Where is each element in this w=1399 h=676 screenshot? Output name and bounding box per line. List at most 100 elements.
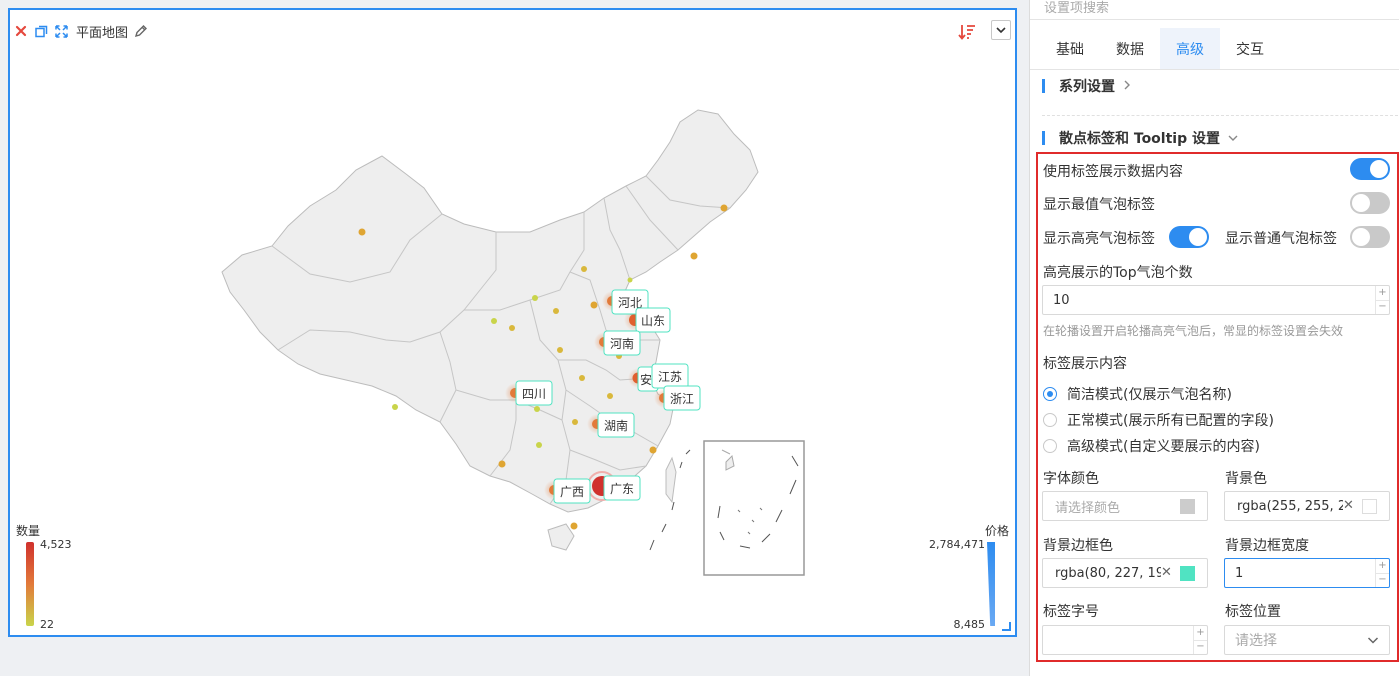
increment-icon[interactable]: +	[1376, 559, 1389, 574]
border-width-stepper[interactable]: + −	[1375, 559, 1389, 587]
resize-handle[interactable]	[1002, 622, 1011, 631]
svg-text:安: 安	[640, 372, 652, 387]
border-width-value: 1	[1235, 565, 1244, 581]
hainan-island	[547, 523, 575, 551]
chevron-down-icon	[1228, 131, 1238, 145]
font-color-picker[interactable]: 请选择颜色	[1042, 491, 1208, 521]
border-color-label: 背景边框色	[1043, 538, 1113, 554]
carousel-hint: 在轮播设置开启轮播高亮气泡后，常显的标签设置会失效	[1043, 324, 1344, 338]
section-tooltip-settings[interactable]: 散点标签和 Tooltip 设置	[1042, 128, 1238, 148]
map-widget[interactable]: 平面地图 河北 山东 河南 安 江苏 浙江 四川 湖南 广西 广东 数量 4,5…	[8, 8, 1017, 637]
tab-advanced[interactable]: 高级	[1160, 28, 1220, 69]
show-max-bubble-label-switch[interactable]	[1350, 192, 1390, 214]
font-color-label: 字体颜色	[1043, 471, 1099, 487]
label-position-select[interactable]: 请选择	[1224, 625, 1390, 655]
settings-tabs: 基础 数据 高级 交互	[1030, 28, 1399, 70]
chevron-down-icon	[1367, 634, 1379, 646]
border-color-picker[interactable]: rgba(80, 227, 194, 1) ✕	[1042, 558, 1208, 588]
radio-dot	[1043, 387, 1057, 401]
border-color-value: rgba(80, 227, 194, 1)	[1055, 565, 1161, 581]
svg-text:山东: 山东	[641, 314, 665, 328]
increment-icon[interactable]: +	[1194, 626, 1207, 641]
legend-price-title: 价格	[984, 524, 1009, 538]
top-count-input[interactable]: 10 + −	[1042, 285, 1390, 315]
legend-count-min: 22	[40, 618, 54, 631]
section-series-title: 系列设置	[1059, 79, 1115, 95]
decrement-icon[interactable]: −	[1194, 641, 1207, 655]
legend-count: 数量 4,523 22	[16, 522, 72, 631]
label-content-label: 标签展示内容	[1043, 356, 1127, 372]
tab-interaction[interactable]: 交互	[1220, 28, 1280, 69]
font-color-swatch[interactable]	[1180, 499, 1195, 514]
use-label-show-data-label: 使用标签展示数据内容	[1043, 164, 1183, 180]
label-position-placeholder: 请选择	[1235, 633, 1277, 649]
svg-text:四川: 四川	[522, 387, 546, 401]
label-jiangsu: 江苏	[651, 363, 689, 389]
svg-text:湖南: 湖南	[604, 418, 628, 433]
label-hunan: 湖南	[597, 412, 635, 438]
radio-dot	[1043, 413, 1057, 427]
label-shandong: 山东	[635, 307, 671, 333]
top-count-stepper[interactable]: + −	[1375, 286, 1389, 314]
radio-advanced-mode[interactable]: 高级模式(自定义要展示的内容)	[1043, 436, 1260, 456]
top-count-value: 10	[1053, 292, 1070, 308]
clear-icon[interactable]: ✕	[1161, 565, 1172, 580]
label-henan: 河南	[603, 330, 641, 356]
settings-search	[1030, 0, 1399, 20]
label-zhejiang: 浙江	[663, 385, 701, 411]
show-highlight-bubble-label-switch[interactable]	[1169, 226, 1209, 248]
radio-dot	[1043, 439, 1057, 453]
clear-icon[interactable]: ✕	[1343, 498, 1354, 513]
radio-normal-mode[interactable]: 正常模式(展示所有已配置的字段)	[1043, 410, 1274, 430]
decrement-icon[interactable]: −	[1376, 574, 1389, 588]
font-size-label: 标签字号	[1043, 604, 1099, 620]
legend-price: 价格 2,784,471 8,485	[921, 522, 1011, 632]
bg-color-value: rgba(255, 255, 255, 1)	[1237, 498, 1343, 514]
font-size-stepper[interactable]: + −	[1193, 626, 1207, 654]
bg-color-picker[interactable]: rgba(255, 255, 255, 1) ✕	[1224, 491, 1390, 521]
svg-text:广西: 广西	[560, 485, 584, 499]
font-color-placeholder: 请选择颜色	[1055, 500, 1121, 516]
settings-panel: 基础 数据 高级 交互 系列设置 散点标签和 Tooltip 设置 使用标签展示…	[1029, 0, 1399, 676]
svg-text:江苏: 江苏	[658, 370, 682, 384]
legend-count-max: 4,523	[40, 538, 72, 551]
section-tooltip-title: 散点标签和 Tooltip 设置	[1059, 131, 1220, 147]
svg-text:广东: 广东	[610, 482, 634, 496]
label-position-label: 标签位置	[1225, 604, 1281, 620]
bg-color-swatch[interactable]	[1362, 499, 1377, 514]
china-outline	[221, 109, 759, 513]
svg-text:河南: 河南	[610, 336, 634, 351]
increment-icon[interactable]: +	[1376, 286, 1389, 301]
chevron-right-icon	[1123, 79, 1131, 93]
south-china-sea-inset	[703, 440, 805, 576]
divider	[1042, 115, 1398, 116]
top-count-label: 高亮展示的Top气泡个数	[1043, 265, 1193, 281]
label-guangdong: 广东	[603, 475, 641, 501]
font-size-input[interactable]: + −	[1042, 625, 1208, 655]
use-label-show-data-switch[interactable]	[1350, 158, 1390, 180]
china-map[interactable]: 河北 山东 河南 安 江苏 浙江 四川 湖南 广西 广东	[10, 10, 1019, 639]
taiwan-island	[665, 456, 677, 504]
decrement-icon[interactable]: −	[1376, 301, 1389, 315]
tab-basic[interactable]: 基础	[1040, 28, 1100, 69]
show-max-bubble-label-label: 显示最值气泡标签	[1043, 197, 1155, 213]
canvas-area: 平面地图 河北 山东 河南 安 江苏 浙江 四川 湖南 广西 广东 数量 4,5…	[0, 0, 1026, 676]
legend-count-gradient-bar[interactable]	[26, 542, 34, 626]
bg-color-label: 背景色	[1225, 471, 1267, 487]
label-sichuan: 四川	[515, 380, 553, 406]
label-guangxi: 广西	[553, 478, 591, 504]
section-series-settings[interactable]: 系列设置	[1042, 76, 1131, 96]
settings-search-input[interactable]	[1030, 0, 1399, 16]
legend-price-min: 8,485	[953, 618, 986, 631]
svg-text:浙江: 浙江	[670, 392, 694, 406]
radio-simple-mode[interactable]: 简洁模式(仅展示气泡名称)	[1043, 384, 1232, 404]
border-width-label: 背景边框宽度	[1225, 538, 1309, 554]
border-color-swatch[interactable]	[1180, 566, 1195, 581]
border-width-input[interactable]: 1 + −	[1224, 558, 1390, 588]
tab-data[interactable]: 数据	[1100, 28, 1160, 69]
legend-price-max: 2,784,471	[929, 538, 985, 551]
legend-price-size-bar[interactable]	[987, 542, 995, 626]
show-highlight-bubble-label-label: 显示高亮气泡标签	[1043, 231, 1155, 247]
legend-count-title: 数量	[16, 524, 41, 538]
show-normal-bubble-label-switch[interactable]	[1350, 226, 1390, 248]
